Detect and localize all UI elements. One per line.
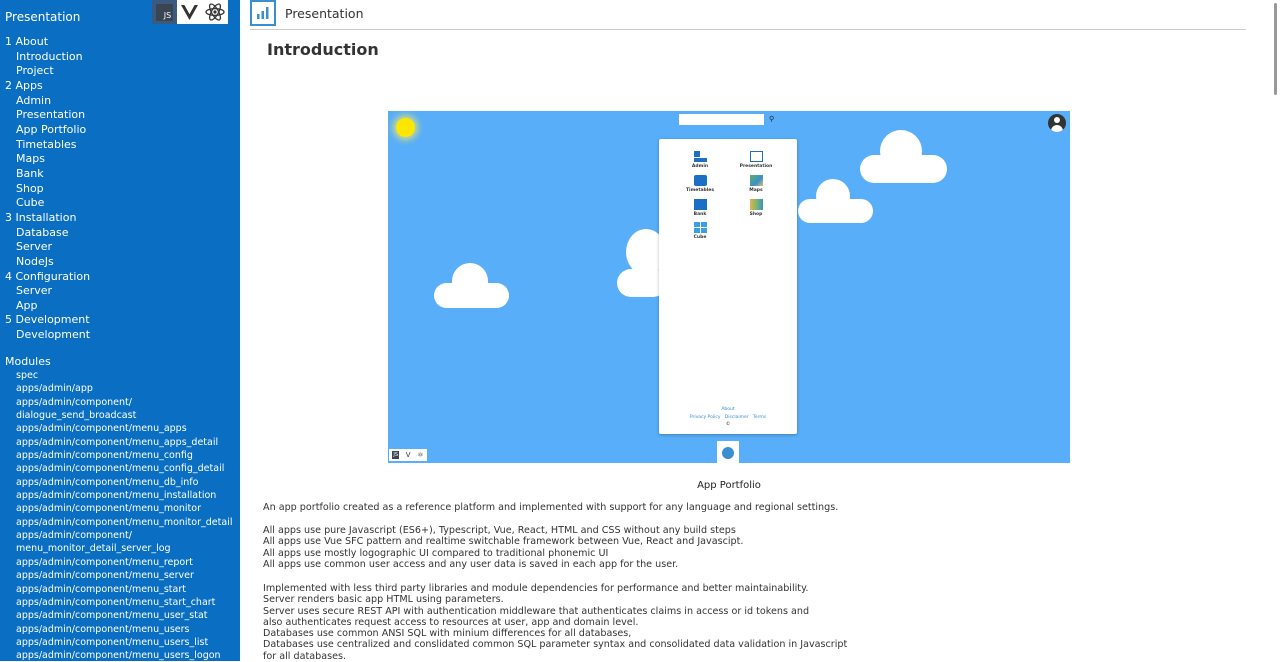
- module-item[interactable]: dialogue_send_broadcast: [16, 409, 232, 422]
- app-portfolio-screenshot: ⚲ Admin Presentation Timetables Maps Ban…: [388, 111, 1070, 463]
- framework-switcher: JS: [152, 0, 228, 24]
- sidebar: Presentation JS 1 About Introduction Pro…: [0, 0, 240, 661]
- modules-list: spec apps/admin/app apps/admin/component…: [16, 369, 232, 661]
- scrollbar-thumb[interactable]: [1274, 3, 1277, 95]
- maps-icon: [749, 175, 763, 186]
- launcher-tile: Presentation: [736, 151, 776, 169]
- admin-icon: [693, 151, 707, 162]
- toc-item[interactable]: Presentation: [5, 108, 90, 123]
- module-item[interactable]: apps/admin/component/: [16, 529, 232, 542]
- search-icon: ⚲: [769, 115, 775, 123]
- launcher-tile: Maps: [736, 175, 776, 193]
- bank-icon: [693, 199, 707, 210]
- framework-javascript-button[interactable]: JS: [152, 0, 178, 24]
- paragraph: An app portfolio created as a reference …: [263, 502, 839, 513]
- timetables-icon: [693, 175, 707, 186]
- toc-item[interactable]: Shop: [5, 182, 90, 197]
- module-item[interactable]: apps/admin/component/menu_db_info: [16, 476, 232, 489]
- app-header-title: Presentation: [285, 6, 364, 21]
- module-item[interactable]: apps/admin/component/menu_start_chart: [16, 596, 232, 609]
- module-item[interactable]: apps/admin/app: [16, 382, 232, 395]
- module-item[interactable]: spec: [16, 369, 232, 382]
- toc-item[interactable]: Timetables: [5, 138, 90, 153]
- launcher-tile: Cube: [680, 222, 720, 240]
- image-caption: App Portfolio: [697, 480, 761, 491]
- module-item[interactable]: apps/admin/component/menu_start: [16, 583, 232, 596]
- sun-icon: [396, 118, 415, 137]
- framework-react-button[interactable]: [203, 0, 228, 24]
- javascript-icon: JS: [156, 3, 174, 21]
- paragraph: All apps use pure Javascript (ES6+), Typ…: [263, 525, 744, 570]
- toc-item[interactable]: NodeJs: [5, 255, 90, 270]
- toc-item[interactable]: 4 Configuration: [5, 270, 90, 285]
- toc-item[interactable]: 1 About: [5, 35, 90, 50]
- paragraph: Implemented with less third party librar…: [263, 583, 848, 662]
- app-header: Presentation: [250, 0, 1246, 30]
- module-item[interactable]: apps/admin/component/menu_user_stat: [16, 609, 232, 622]
- mini-framework-switcher: JS V ⚛: [389, 449, 427, 461]
- toc-item[interactable]: Admin: [5, 94, 90, 109]
- module-item[interactable]: apps/admin/component/menu_server: [16, 569, 232, 582]
- javascript-icon: JS: [392, 451, 400, 459]
- toc-item[interactable]: Cube: [5, 196, 90, 211]
- module-item[interactable]: apps/admin/component/menu_config: [16, 449, 232, 462]
- module-item[interactable]: apps/admin/component/menu_report: [16, 556, 232, 569]
- modules-heading: Modules: [5, 355, 51, 368]
- react-icon: [205, 3, 225, 21]
- toc-item[interactable]: 5 Development: [5, 313, 90, 328]
- toc-item[interactable]: Maps: [5, 152, 90, 167]
- toc-item[interactable]: App: [5, 299, 90, 314]
- toc-item[interactable]: 2 Apps: [5, 79, 90, 94]
- copyright: ©: [725, 422, 731, 427]
- search-input: [679, 114, 764, 125]
- user-avatar-icon: [1048, 114, 1066, 132]
- presentation-icon: [749, 151, 763, 162]
- shop-icon: [749, 199, 763, 210]
- toc-item[interactable]: Bank: [5, 167, 90, 182]
- toc-item[interactable]: Database: [5, 226, 90, 241]
- toc-item[interactable]: Development: [5, 328, 90, 343]
- module-item[interactable]: apps/admin/component/menu_users_logon: [16, 649, 232, 661]
- badge-icon: [717, 441, 739, 463]
- main-content: Presentation Introduction ⚲ Admin Presen…: [250, 0, 1246, 662]
- module-item[interactable]: apps/admin/component/menu_apps_detail: [16, 436, 232, 449]
- module-item[interactable]: apps/admin/component/menu_users: [16, 623, 232, 636]
- module-item[interactable]: menu_monitor_detail_server_log: [16, 542, 232, 555]
- module-item[interactable]: apps/admin/component/menu_config_detail: [16, 462, 232, 475]
- vue-icon: [181, 4, 199, 20]
- module-item[interactable]: apps/admin/component/menu_monitor_detail: [16, 516, 232, 529]
- module-item[interactable]: apps/admin/component/menu_installation: [16, 489, 232, 502]
- cloud: [880, 130, 922, 172]
- react-icon: ⚛: [417, 451, 424, 459]
- sidebar-title: Presentation: [5, 10, 81, 24]
- module-item[interactable]: apps/admin/component/: [16, 396, 232, 409]
- page-scrollbar[interactable]: [1272, 0, 1280, 661]
- footer-links: Privacy Policy Disclaimer Terms: [689, 415, 767, 420]
- page-title: Introduction: [267, 40, 379, 59]
- toc-item[interactable]: Project: [5, 64, 90, 79]
- cube-icon: [693, 222, 707, 233]
- toc-item[interactable]: Server: [5, 284, 90, 299]
- launcher-tile: Bank: [680, 199, 720, 217]
- app-launcher-panel: Admin Presentation Timetables Maps Bank …: [659, 139, 797, 434]
- table-of-contents: 1 About Introduction Project 2 Apps Admi…: [5, 35, 90, 343]
- presentation-icon: [250, 0, 276, 26]
- toc-item[interactable]: Server: [5, 240, 90, 255]
- cloud: [452, 263, 488, 299]
- module-item[interactable]: apps/admin/component/menu_monitor: [16, 502, 232, 515]
- module-item[interactable]: apps/admin/component/menu_users_list: [16, 636, 232, 649]
- toc-item[interactable]: Introduction: [5, 50, 90, 65]
- toc-item[interactable]: App Portfolio: [5, 123, 90, 138]
- launcher-tile: Shop: [736, 199, 776, 217]
- framework-vue-button[interactable]: [177, 0, 202, 24]
- toc-item[interactable]: 3 Installation: [5, 211, 90, 226]
- vue-icon: V: [405, 451, 411, 459]
- launcher-tile: Admin: [680, 151, 720, 169]
- module-item[interactable]: apps/admin/component/menu_apps: [16, 422, 232, 435]
- about-label: About: [721, 407, 735, 412]
- cloud: [816, 179, 850, 213]
- launcher-tile: Timetables: [680, 175, 720, 193]
